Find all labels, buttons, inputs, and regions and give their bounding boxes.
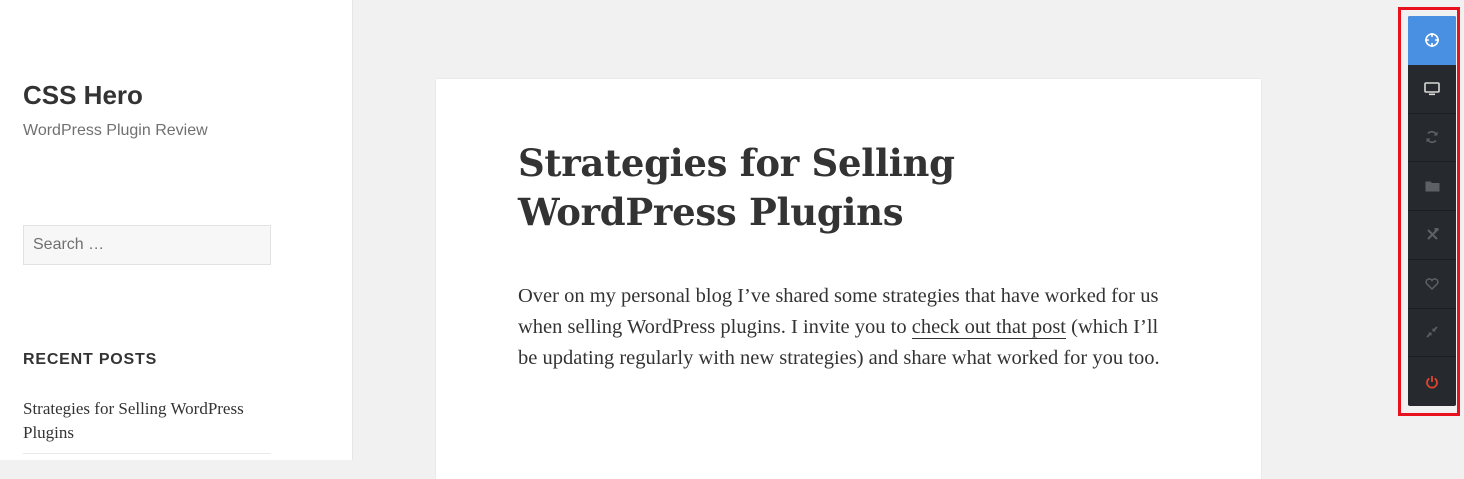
monitor-icon (1424, 81, 1440, 95)
recent-posts-list: Strategies for Selling WordPress Plugins (23, 397, 271, 454)
site-description: WordPress Plugin Review (23, 122, 208, 139)
recent-posts-heading: RECENT POSTS (23, 351, 158, 368)
inspect-button[interactable] (1408, 16, 1456, 65)
power-button[interactable] (1408, 357, 1456, 406)
collapse-icon (1426, 326, 1438, 338)
recent-post-link[interactable]: Strategies for Selling WordPress Plugins (23, 397, 271, 454)
css-hero-toolbar (1408, 16, 1456, 406)
article-paragraph: Over on my personal blog I’ve shared som… (518, 281, 1178, 374)
collapse-button[interactable] (1408, 309, 1456, 358)
site-sidebar: CSS Hero WordPress Plugin Review RECENT … (0, 0, 353, 460)
power-icon (1426, 375, 1438, 389)
responsive-view-button[interactable] (1408, 65, 1456, 114)
search-input[interactable] (23, 225, 271, 265)
favorites-button[interactable] (1408, 260, 1456, 309)
tools-icon (1426, 228, 1438, 241)
crosshair-icon (1425, 32, 1439, 47)
tools-button[interactable] (1408, 211, 1456, 260)
refresh-icon (1426, 131, 1438, 144)
article-title: Strategies for Selling WordPress Plugins (518, 141, 955, 234)
article-card: Strategies for Selling WordPress Plugins… (436, 79, 1261, 479)
refresh-button[interactable] (1408, 114, 1456, 163)
heart-icon (1425, 277, 1439, 290)
site-title[interactable]: CSS Hero (23, 80, 143, 111)
check-out-post-link[interactable]: check out that post (911, 316, 1066, 339)
open-folder-button[interactable] (1408, 162, 1456, 211)
folder-icon (1425, 181, 1439, 192)
